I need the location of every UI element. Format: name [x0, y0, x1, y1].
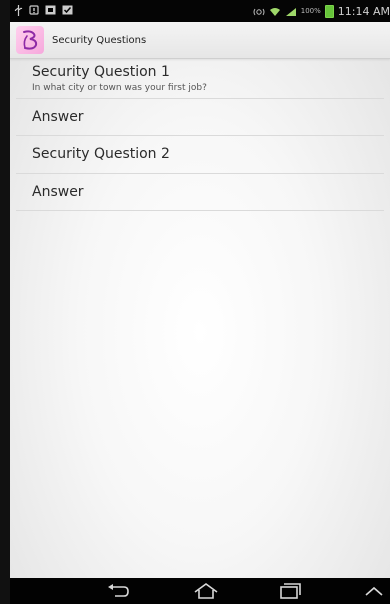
nfc-icon: [253, 2, 265, 21]
action-bar: Security Questions: [10, 22, 390, 59]
security-question-2-label: Security Question 2: [32, 146, 170, 162]
alert-icon: [29, 4, 39, 18]
battery-icon: [324, 4, 334, 18]
usb-icon: [14, 4, 23, 18]
home-icon[interactable]: [188, 582, 224, 600]
signal-icon: [285, 2, 297, 21]
page-title: Security Questions: [52, 34, 147, 46]
answer-1-input[interactable]: [32, 109, 352, 125]
security-question-2-picker[interactable]: Security Question 2: [16, 136, 384, 174]
status-bar: 100% 11:14 AM: [10, 0, 390, 22]
navigation-bar: [10, 578, 390, 604]
security-form: Security Question 1 In what city or town…: [10, 59, 390, 211]
app-logo-icon[interactable]: [16, 26, 44, 54]
security-question-1-label: Security Question 1: [32, 63, 170, 80]
media-icon: [45, 5, 56, 17]
answer-2-row: [16, 174, 384, 211]
security-question-1-value: In what city or town was your first job?: [32, 82, 207, 93]
answer-1-row: [16, 99, 384, 136]
app-screen: 100% 11:14 AM Security Questions Securit…: [10, 0, 390, 604]
answer-2-input[interactable]: [32, 184, 352, 200]
status-time: 11:14 AM: [337, 4, 390, 18]
menu-up-icon[interactable]: [360, 582, 388, 600]
security-question-1-picker[interactable]: Security Question 1 In what city or town…: [16, 59, 384, 99]
back-icon[interactable]: [100, 582, 136, 600]
recent-apps-icon[interactable]: [272, 582, 308, 600]
checkbox-icon: [62, 5, 73, 17]
wifi-icon: [269, 2, 281, 21]
battery-percent: 100%: [300, 7, 321, 15]
